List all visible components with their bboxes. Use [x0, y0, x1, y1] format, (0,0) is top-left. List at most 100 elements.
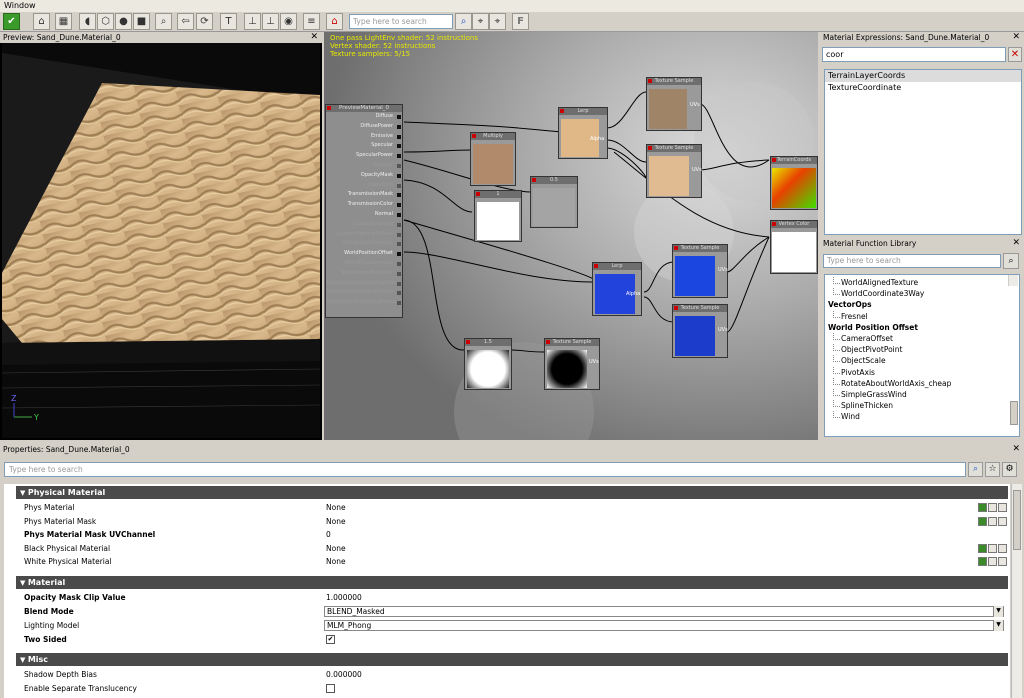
f-button[interactable]: F: [512, 13, 529, 30]
separate-translucency-checkbox[interactable]: [326, 684, 335, 693]
texture-sample-node-sand[interactable]: Texture Sample UVs: [646, 77, 702, 131]
sync-icon[interactable]: ⟳: [196, 13, 213, 30]
tree-item[interactable]: SplineThicken: [825, 400, 1019, 411]
list-item[interactable]: TerrainLayerCoords: [825, 70, 1021, 82]
property-value[interactable]: None: [326, 515, 346, 529]
menu-window[interactable]: Window: [4, 1, 36, 10]
material-input-pin[interactable]: DiffusePower: [326, 122, 402, 132]
two-sided-checkbox[interactable]: ✔: [326, 635, 335, 644]
properties-scrollbar[interactable]: [1011, 484, 1022, 698]
material-input-pin[interactable]: Diffuse: [326, 112, 402, 122]
chevron-down-icon[interactable]: ▼: [993, 606, 1003, 617]
close-icon[interactable]: ✕: [1012, 238, 1020, 248]
lerp-node-top[interactable]: Lerp Alpha: [558, 107, 608, 159]
constant-node-grey[interactable]: 0.5: [530, 176, 578, 228]
list-item[interactable]: TextureCoordinate: [825, 82, 1021, 94]
texture-sample-node-mask[interactable]: Texture Sample UVs: [544, 338, 600, 390]
tree-item[interactable]: PivotAxis: [825, 366, 1019, 378]
search-icon[interactable]: ⌕: [455, 13, 472, 30]
material-input-pin[interactable]: Opacity: [326, 161, 402, 171]
lighting-model-select[interactable]: MLM_Phong ▼: [324, 620, 1004, 631]
tree-item[interactable]: ObjectScale: [825, 355, 1019, 366]
lerp-node-bottom[interactable]: Lerp Alpha: [592, 262, 642, 316]
scroll-thumb[interactable]: [1010, 401, 1018, 425]
power-node[interactable]: 1.5: [464, 338, 512, 390]
terrain-coords-node[interactable]: TerrainCoords: [770, 156, 818, 210]
tree-item[interactable]: CameraOffset: [825, 332, 1019, 344]
texture-sample-node-normal-1[interactable]: Texture Sample UVs: [672, 244, 728, 298]
expressions-search-input[interactable]: coor: [822, 47, 1006, 62]
clean-icon[interactable]: T: [220, 13, 237, 30]
asset-picker-icons[interactable]: [978, 516, 1008, 526]
material-input-pin[interactable]: TransmissionMask: [326, 190, 402, 200]
stats-icon[interactable]: ≡: [303, 13, 320, 30]
close-icon[interactable]: ✕: [1012, 32, 1020, 42]
close-icon[interactable]: ✕: [1012, 444, 1020, 454]
material-graph-canvas[interactable]: One pass LightEnv shader: 52 instruction…: [324, 32, 818, 440]
property-value[interactable]: 0: [326, 528, 331, 542]
tree-item[interactable]: Wind: [825, 411, 1019, 422]
tree-item[interactable]: RotateAboutWorldAxis_cheap: [825, 377, 1019, 389]
property-value[interactable]: 1.000000: [326, 591, 362, 605]
tree-item[interactable]: WorldCoordinate3Way: [825, 288, 1019, 299]
tree-item[interactable]: WorldAlignedTexture: [825, 277, 1019, 288]
material-input-pin[interactable]: SpecularPower: [326, 151, 402, 161]
property-value[interactable]: None: [326, 501, 346, 515]
material-input-pin[interactable]: SubsurfaceScatteringRadius: [326, 298, 402, 308]
cube-preview-icon[interactable]: ⬡: [97, 13, 114, 30]
properties-search-input[interactable]: Type here to search: [4, 462, 966, 477]
material-input-pin[interactable]: Emissive: [326, 132, 402, 142]
tree-item[interactable]: SimpleGrassWind: [825, 388, 1019, 400]
tree-category[interactable]: World Position Offset: [825, 322, 1019, 333]
blend-mode-select[interactable]: BLEND_Masked ▼: [324, 606, 1004, 617]
material-input-pin[interactable]: WorldPositionOffset: [326, 249, 402, 259]
tree-category[interactable]: VectorOps: [825, 299, 1019, 310]
hlsl-icon[interactable]: ⌂: [326, 13, 343, 30]
scroll-thumb[interactable]: [1013, 490, 1021, 550]
toolbar-search-input[interactable]: Type here to search: [349, 14, 453, 29]
material-input-pin[interactable]: Specular: [326, 141, 402, 151]
material-input-pin[interactable]: TransmissionColor: [326, 200, 402, 210]
realtime-icon[interactable]: ⊥: [244, 13, 261, 30]
material-input-pin[interactable]: SubsurfaceAbsorptionColor: [326, 288, 402, 298]
property-value[interactable]: None: [326, 542, 346, 556]
function-library-search-input[interactable]: Type here to search: [823, 254, 1001, 268]
section-material[interactable]: Material: [16, 576, 1008, 589]
material-input-pin[interactable]: OpacityMask: [326, 171, 402, 181]
back-arrow-icon[interactable]: ⇦: [177, 13, 194, 30]
search-node-icon[interactable]: ⌕: [155, 13, 172, 30]
chevron-down-icon[interactable]: ▼: [993, 620, 1003, 631]
asset-picker-icons[interactable]: [978, 557, 1008, 566]
home-node-icon[interactable]: ⌂: [33, 13, 50, 30]
grid-icon[interactable]: ▦: [55, 13, 72, 30]
texture-sample-node-normal-2[interactable]: Texture Sample UVs: [672, 304, 728, 358]
material-input-pin[interactable]: Normal: [326, 210, 402, 220]
clear-search-icon[interactable]: ✕: [1008, 47, 1022, 62]
property-value[interactable]: 0.000000: [326, 668, 362, 682]
star-icon[interactable]: ☆: [985, 462, 1000, 477]
preview-viewport[interactable]: Y Z: [2, 43, 320, 438]
settings-icon[interactable]: ⚙: [1002, 462, 1017, 477]
material-input-pin[interactable]: Distortion: [326, 181, 402, 191]
plane-preview-icon[interactable]: ■: [133, 13, 150, 30]
material-input-pin[interactable]: AnisotropicDirection: [326, 239, 402, 249]
texture-sample-node-light[interactable]: Texture Sample UVs: [646, 144, 702, 198]
property-value[interactable]: None: [326, 555, 346, 569]
function-library-scrollbar[interactable]: [1008, 275, 1018, 425]
constant-node-white[interactable]: 1: [474, 190, 522, 242]
eye-icon[interactable]: ◉: [280, 13, 297, 30]
multiply-node[interactable]: Multiply: [470, 132, 516, 186]
tree-item[interactable]: ObjectPivotPoint: [825, 344, 1019, 355]
material-input-pin[interactable]: WorldDisplacement: [326, 259, 402, 269]
material-input-pin[interactable]: SubsurfaceInscatteringColor: [326, 279, 402, 289]
search-icon[interactable]: ⌕: [1003, 253, 1019, 269]
sphere-preview-icon[interactable]: ●: [115, 13, 132, 30]
search-next-icon[interactable]: ⌖: [489, 13, 506, 30]
cylinder-preview-icon[interactable]: ◖: [79, 13, 96, 30]
section-misc[interactable]: Misc: [16, 653, 1008, 666]
material-input-pin[interactable]: CustomLighting: [326, 220, 402, 230]
close-icon[interactable]: ✕: [310, 32, 318, 42]
vertex-color-node[interactable]: Vertex Color: [770, 220, 818, 274]
tree-item[interactable]: Fresnel: [825, 310, 1019, 322]
search-icon[interactable]: ⌕: [968, 462, 983, 477]
